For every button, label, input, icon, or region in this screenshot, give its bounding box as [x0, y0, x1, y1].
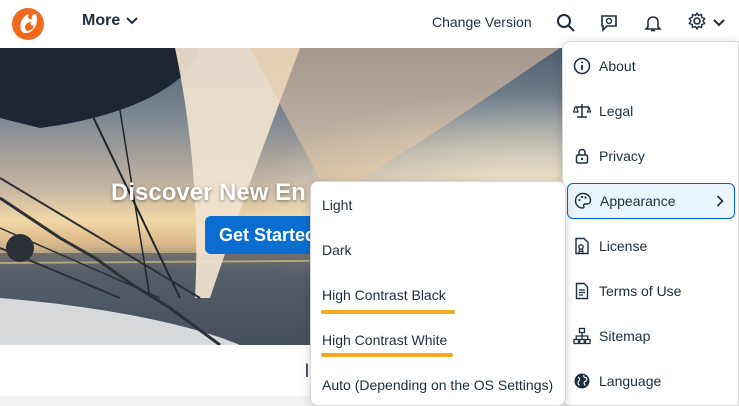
- logo-icon[interactable]: [10, 6, 46, 42]
- theme-option-light[interactable]: Light: [322, 193, 352, 217]
- appearance-submenu: Light Dark High Contrast Black High Cont…: [310, 181, 566, 406]
- menu-item-appearance[interactable]: Appearance: [567, 183, 735, 219]
- gear-icon: [687, 11, 707, 36]
- menu-item-label: Legal: [599, 103, 634, 119]
- globe-icon: [572, 371, 592, 391]
- menu-item-language[interactable]: Language: [567, 363, 735, 399]
- chevron-right-icon: [716, 194, 724, 212]
- license-icon: [572, 236, 592, 256]
- chevron-down-icon: [126, 12, 138, 30]
- search-icon[interactable]: [555, 12, 577, 34]
- menu-item-label: Sitemap: [599, 328, 651, 344]
- menu-item-sitemap[interactable]: Sitemap: [567, 318, 735, 354]
- menu-item-label: License: [599, 238, 648, 254]
- menu-item-label: Privacy: [599, 148, 645, 164]
- sitemap-icon: [572, 326, 592, 346]
- theme-option-high-contrast-black[interactable]: High Contrast Black: [322, 283, 446, 307]
- settings-menu-button[interactable]: [687, 11, 731, 36]
- palette-icon: [573, 191, 593, 211]
- menu-item-privacy[interactable]: Privacy: [567, 138, 735, 174]
- menu-item-legal[interactable]: Legal: [567, 93, 735, 129]
- bell-icon[interactable]: [642, 12, 664, 34]
- menu-item-label: Terms of Use: [599, 283, 682, 299]
- menu-item-about[interactable]: About: [567, 48, 735, 84]
- menu-item-label: Appearance: [600, 193, 676, 209]
- lock-icon: [572, 146, 592, 166]
- menu-item-license[interactable]: License: [567, 228, 735, 264]
- menu-item-label: Language: [599, 373, 662, 389]
- more-menu-button[interactable]: More: [82, 12, 138, 30]
- theme-option-high-contrast-white[interactable]: High Contrast White: [322, 328, 447, 352]
- document-icon: [572, 281, 592, 301]
- scale-icon: [572, 101, 592, 121]
- info-icon: [572, 56, 592, 76]
- highlight-underline: [321, 310, 455, 314]
- menu-item-label: About: [599, 58, 636, 74]
- chevron-down-icon: [713, 14, 725, 32]
- change-version-link[interactable]: Change Version: [432, 14, 532, 30]
- settings-menu: About Legal Privacy Appearance License T…: [562, 41, 739, 406]
- theme-option-auto[interactable]: Auto (Depending on the OS Settings): [322, 373, 553, 397]
- partial-heading: l: [305, 361, 309, 381]
- feedback-icon[interactable]: [598, 12, 620, 34]
- more-label: More: [82, 12, 121, 29]
- theme-option-dark[interactable]: Dark: [322, 238, 352, 262]
- hero-title: Discover New En: [111, 179, 306, 206]
- menu-item-terms-of-use[interactable]: Terms of Use: [567, 273, 735, 309]
- highlight-underline: [321, 353, 453, 357]
